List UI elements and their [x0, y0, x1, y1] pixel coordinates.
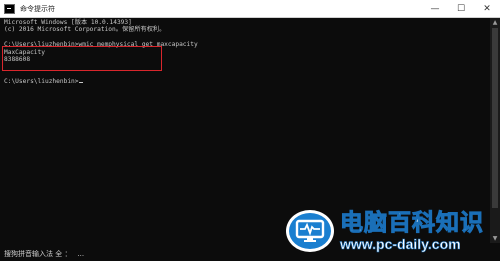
vertical-scrollbar[interactable]: ▲ ▼ — [490, 18, 500, 243]
text-cursor — [78, 81, 83, 84]
cmd-app-icon — [4, 3, 15, 14]
scroll-down-arrow-icon[interactable]: ▼ — [490, 234, 500, 243]
minimize-button[interactable]: — — [422, 0, 448, 18]
watermark: 电脑百科知识 www.pc-daily.com — [286, 206, 484, 256]
monitor-pulse-icon — [286, 210, 334, 252]
watermark-name: 电脑百科知识 — [340, 210, 484, 237]
close-button[interactable]: ✕ — [474, 0, 500, 18]
ime-status-bar: 搜狗拼音输入法 全 ： ... — [0, 247, 304, 261]
scroll-thumb[interactable] — [492, 28, 498, 208]
console-prompt: C:\Users\liuzhenbin> — [4, 78, 79, 86]
scroll-up-arrow-icon[interactable]: ▲ — [490, 18, 500, 27]
ime-status-extra: ... — [77, 250, 85, 258]
console-line: (c) 2016 Microsoft Corporation。保留所有权利。 — [4, 26, 166, 34]
maximize-button[interactable]: ☐ — [448, 0, 474, 18]
title-bar[interactable]: 命令提示符 — ☐ ✕ — [0, 0, 500, 18]
result-highlight-box — [2, 46, 162, 71]
watermark-url: www.pc-daily.com — [340, 236, 461, 253]
console-prompt-line[interactable]: C:\Users\liuzhenbin> — [4, 78, 486, 85]
window-controls: — ☐ ✕ — [422, 0, 500, 18]
ime-status-text: 搜狗拼音输入法 全 ： — [4, 250, 72, 258]
window-title: 命令提示符 — [20, 4, 55, 13]
